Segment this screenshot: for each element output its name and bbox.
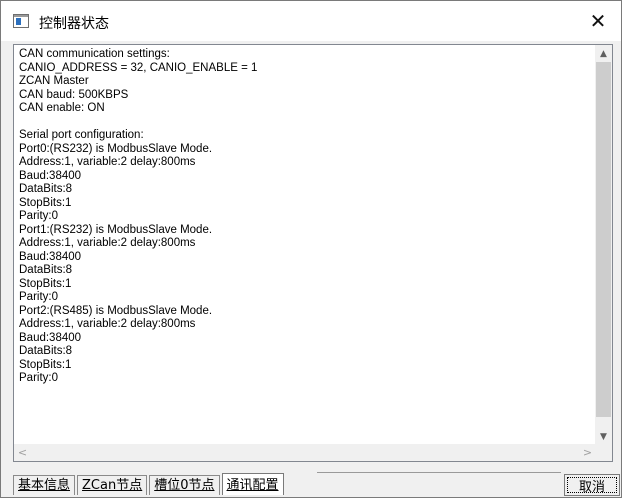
scroll-left-arrow-icon[interactable]: < bbox=[14, 444, 31, 461]
vertical-scroll-thumb[interactable] bbox=[596, 62, 611, 417]
tab-communication-config[interactable]: 通讯配置 bbox=[221, 473, 284, 495]
tab-zcan-nodes[interactable]: ZCan节点 bbox=[77, 475, 148, 495]
controller-status-dialog: 控制器状态 ✕ CAN communication settings: CANI… bbox=[0, 0, 622, 498]
tab-slot0-nodes[interactable]: 槽位0节点 bbox=[149, 475, 220, 495]
cancel-button[interactable]: 取消 bbox=[564, 474, 620, 496]
focus-rectangle bbox=[567, 477, 617, 493]
scroll-right-arrow-icon[interactable]: > bbox=[579, 444, 596, 461]
scroll-down-arrow-icon[interactable]: ▼ bbox=[595, 428, 612, 445]
horizontal-scrollbar[interactable]: < > bbox=[14, 444, 596, 461]
tab-basic-info[interactable]: 基本信息 bbox=[13, 475, 76, 495]
vertical-scrollbar[interactable]: ▲ ▼ bbox=[595, 45, 612, 445]
status-text: CAN communication settings: CANIO_ADDRES… bbox=[19, 48, 258, 384]
window-icon bbox=[13, 14, 29, 28]
close-icon: ✕ bbox=[589, 9, 607, 33]
tab-bar-divider bbox=[317, 472, 561, 473]
window-title: 控制器状态 bbox=[39, 16, 109, 32]
close-button[interactable]: ✕ bbox=[575, 1, 621, 41]
status-text-area[interactable]: CAN communication settings: CANIO_ADDRES… bbox=[13, 44, 613, 462]
scrollbar-corner bbox=[595, 444, 612, 461]
tab-bar: 基本信息 ZCan节点 槽位0节点 通讯配置 bbox=[13, 473, 286, 495]
title-bar[interactable]: 控制器状态 ✕ bbox=[1, 1, 621, 41]
scroll-up-arrow-icon[interactable]: ▲ bbox=[595, 45, 612, 62]
